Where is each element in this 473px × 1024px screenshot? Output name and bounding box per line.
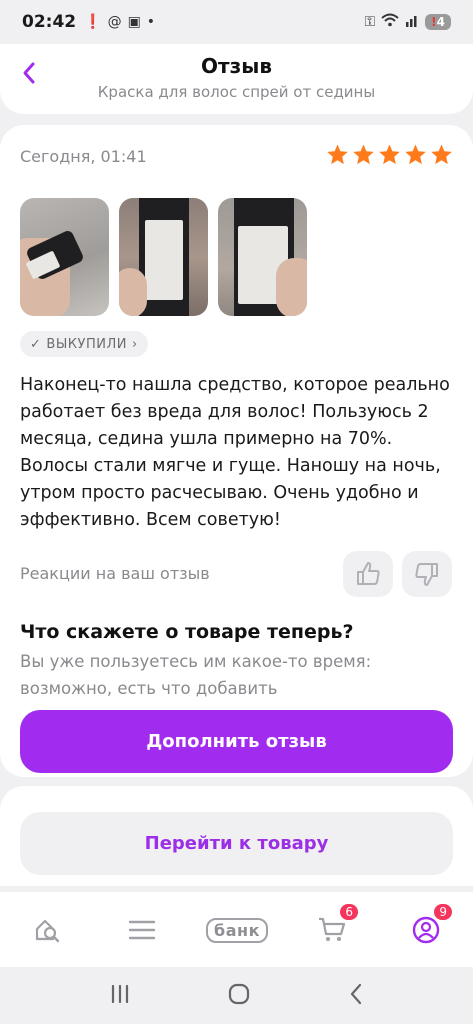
review-card: Сегодня, 01:41 ✓ ВЫКУПИЛИ › Наконец-то н…	[0, 125, 473, 777]
key-icon: ⚿	[364, 14, 376, 30]
rating-stars	[326, 143, 453, 166]
review-photos	[20, 198, 307, 316]
bank-label: банк	[206, 917, 268, 943]
tab-home[interactable]	[28, 910, 68, 950]
chevron-left-icon	[23, 62, 35, 84]
dot-icon: •	[146, 14, 156, 30]
wifi-icon	[381, 13, 399, 31]
recent-apps-icon	[111, 984, 128, 1003]
home-search-icon	[35, 919, 60, 943]
review-photo[interactable]	[119, 198, 208, 316]
go-to-product-button[interactable]: Перейти к товару	[20, 812, 453, 875]
system-nav-bar	[0, 967, 473, 1024]
dislike-button[interactable]	[402, 551, 452, 597]
page-title: Отзыв	[201, 54, 272, 78]
home-circle-icon	[229, 983, 250, 1004]
thumbs-up-icon	[357, 562, 380, 585]
menu-icon	[128, 920, 156, 940]
tab-catalog[interactable]	[122, 910, 162, 950]
chevron-right-icon: ›	[131, 336, 138, 352]
home-button[interactable]	[227, 982, 251, 1010]
alert-icon: ❗	[84, 14, 102, 30]
prompt-title: Что скажете о товаре теперь?	[20, 621, 354, 643]
back-button[interactable]	[14, 58, 44, 88]
battery-level: 4	[436, 15, 445, 29]
signal-icon	[405, 13, 419, 31]
purchased-badge-label: ВЫКУПИЛИ	[46, 336, 127, 352]
like-button[interactable]	[343, 551, 393, 597]
page-header: Отзыв Краска для волос спрей от седины	[0, 44, 473, 114]
recent-apps-button[interactable]	[108, 983, 132, 1009]
tab-bank[interactable]: банк	[204, 910, 270, 950]
tab-profile[interactable]: 9	[406, 902, 454, 950]
check-icon: ✓	[30, 336, 42, 352]
cart-count-badge: 6	[338, 902, 360, 922]
status-bar: 02:42 ❗ @ ▣ • ⚿ !4	[0, 0, 473, 44]
tab-cart[interactable]: 6	[312, 902, 360, 950]
system-back-button[interactable]	[347, 982, 365, 1010]
bottom-tab-bar: банк 6 9	[0, 892, 473, 967]
status-time: 02:42	[22, 12, 77, 32]
star-icon	[327, 144, 348, 165]
add-to-review-button[interactable]: Дополнить отзыв	[20, 710, 453, 773]
star-icon	[431, 144, 452, 165]
status-system-icons: ⚿ !4	[364, 13, 451, 31]
star-icon	[405, 144, 426, 165]
status-notification-icons: ❗ @ ▣ •	[84, 14, 155, 30]
chevron-left-icon	[351, 983, 362, 1004]
prompt-text: Вы уже пользуетесь им какое-то время: во…	[20, 652, 372, 698]
star-icon	[379, 144, 400, 165]
profile-count-badge: 9	[432, 902, 454, 922]
battery-icon: !4	[425, 14, 451, 30]
review-photo[interactable]	[20, 198, 109, 316]
review-text: Наконец-то нашла средство, которое реаль…	[20, 375, 450, 530]
purchased-badge[interactable]: ✓ ВЫКУПИЛИ ›	[20, 331, 148, 357]
product-name: Краска для волос спрей от седины	[97, 83, 376, 101]
review-photo[interactable]	[218, 198, 307, 316]
review-date: Сегодня, 01:41	[20, 147, 147, 166]
at-icon: @	[107, 14, 122, 30]
star-icon	[353, 144, 374, 165]
scan-icon: ▣	[127, 14, 141, 30]
thumbs-down-icon	[415, 563, 438, 586]
reactions-label: Реакции на ваш отзыв	[20, 564, 210, 583]
product-section: Перейти к товару	[0, 786, 473, 886]
